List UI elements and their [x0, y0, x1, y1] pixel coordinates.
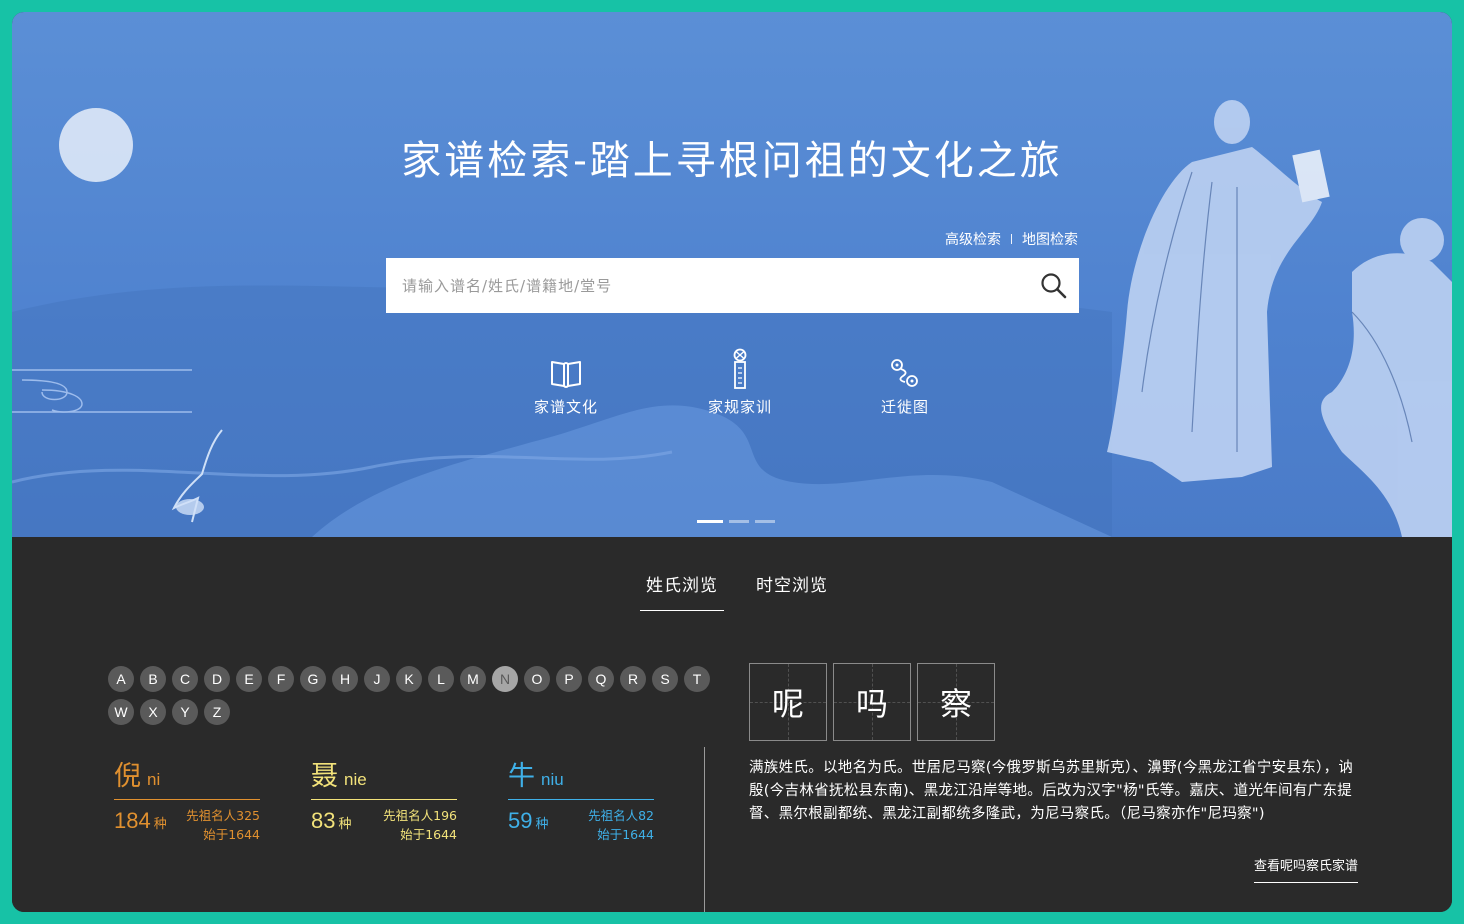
surname-character-grid: 呢 吗 察: [749, 663, 995, 741]
character-cell: 呢: [749, 663, 827, 741]
letter-b-button[interactable]: B: [140, 666, 166, 692]
quick-links: 家谱文化 家规家训 迁徙图: [12, 346, 1452, 426]
route-icon: [891, 359, 918, 387]
letter-y-button[interactable]: Y: [172, 699, 198, 725]
ancestor-count: 先祖名人196: [383, 808, 457, 823]
quick-link-migration-map[interactable]: 迁徙图: [850, 346, 960, 417]
letter-t-button[interactable]: T: [684, 666, 710, 692]
quick-link-family-rules[interactable]: 家规家训: [685, 346, 795, 417]
surname-pinyin: nie: [344, 770, 367, 789]
search-input[interactable]: [386, 258, 1029, 313]
letter-l-button[interactable]: L: [428, 666, 454, 692]
app-window: 家谱检索-踏上寻根问祖的文化之旅 高级检索 地图检索 请输入谱名/姓氏/谱籍地/…: [12, 12, 1452, 912]
surname-card-nie[interactable]: 聂 nie 83 种 先祖名人196 始于1644: [311, 761, 457, 850]
letter-h-button[interactable]: H: [332, 666, 358, 692]
letter-e-button[interactable]: E: [236, 666, 262, 692]
surname-header: 倪 ni: [114, 761, 260, 800]
letter-w-button[interactable]: W: [108, 699, 134, 725]
letter-r-button[interactable]: R: [620, 666, 646, 692]
character-cell: 吗: [833, 663, 911, 741]
search-button[interactable]: [1029, 258, 1079, 313]
search-mode-links: 高级检索 地图检索: [932, 228, 1078, 250]
browse-tabs: 姓氏浏览 时空浏览: [640, 567, 834, 611]
character-cell: 察: [917, 663, 995, 741]
genealogy-count: 83 种: [311, 808, 352, 833]
quick-link-genealogy-culture[interactable]: 家谱文化: [511, 346, 621, 417]
link-separator: [1011, 234, 1012, 244]
search-icon: [1041, 272, 1067, 298]
browse-section: 姓氏浏览 时空浏览 ABCDEFGHJKLMNOPQRST WXYZ 倪 ni 1…: [12, 537, 1452, 912]
letter-k-button[interactable]: K: [396, 666, 422, 692]
surname-description: 满族姓氏。以地名为氏。世居尼马察(今俄罗斯乌苏里斯克）、濞野(今黑龙江省宁安县东…: [749, 760, 1354, 822]
surname-card-ni[interactable]: 倪 ni 184 种 先祖名人325 始于1644: [114, 761, 260, 850]
ancestor-count: 先祖名人325: [186, 808, 260, 823]
map-search-link[interactable]: 地图检索: [1022, 229, 1078, 249]
surname-meta: 先祖名人325 始于1644: [186, 806, 260, 844]
tab-surname-browse[interactable]: 姓氏浏览: [640, 567, 724, 611]
hero-title: 家谱检索-踏上寻根问祖的文化之旅: [401, 138, 1063, 184]
carousel-dot[interactable]: [755, 520, 775, 523]
surname-pinyin: ni: [147, 770, 161, 789]
since-year: 始于1644: [203, 827, 260, 842]
letter-p-button[interactable]: P: [556, 666, 582, 692]
surname-char: 牛: [508, 761, 535, 792]
letter-s-button[interactable]: S: [652, 666, 678, 692]
genealogy-count: 184 种: [114, 808, 167, 833]
carousel-indicators: [697, 520, 775, 523]
since-year: 始于1644: [400, 827, 457, 842]
advanced-search-link[interactable]: 高级检索: [945, 229, 1001, 249]
letter-a-button[interactable]: A: [108, 666, 134, 692]
letter-c-button[interactable]: C: [172, 666, 198, 692]
carousel-dot[interactable]: [729, 520, 749, 523]
section-divider: [704, 747, 705, 912]
alphabet-filter: ABCDEFGHJKLMNOPQRST WXYZ: [108, 666, 718, 725]
letter-z-button[interactable]: Z: [204, 699, 230, 725]
letter-q-button[interactable]: Q: [588, 666, 614, 692]
letter-o-button[interactable]: O: [524, 666, 550, 692]
surname-pinyin: niu: [541, 770, 564, 789]
quick-link-label: 迁徙图: [880, 398, 929, 416]
carousel-dot[interactable]: [697, 520, 723, 523]
letter-x-button[interactable]: X: [140, 699, 166, 725]
surname-card-niu[interactable]: 牛 niu 59 种 先祖名人82 始于1644: [508, 761, 654, 850]
letter-g-button[interactable]: G: [300, 666, 326, 692]
view-genealogy-link[interactable]: 查看呢吗察氏家谱: [1254, 855, 1359, 883]
surname-char: 倪: [114, 761, 141, 792]
quick-link-label: 家谱文化: [533, 398, 598, 416]
surname-char: 聂: [311, 761, 338, 792]
quick-link-label: 家规家训: [707, 398, 772, 416]
letter-n-button[interactable]: N: [492, 666, 518, 692]
tab-spacetime-browse[interactable]: 时空浏览: [750, 567, 834, 611]
search-bar: [386, 258, 1079, 313]
letter-f-button[interactable]: F: [268, 666, 294, 692]
letter-j-button[interactable]: J: [364, 666, 390, 692]
letter-d-button[interactable]: D: [204, 666, 230, 692]
surname-header: 聂 nie: [311, 761, 457, 800]
hero-banner: 家谱检索-踏上寻根问祖的文化之旅 高级检索 地图检索 请输入谱名/姓氏/谱籍地/…: [12, 12, 1452, 537]
surname-meta: 先祖名人196 始于1644: [383, 806, 457, 844]
surname-list: 倪 ni 184 种 先祖名人325 始于1644 聂 nie 83 种 先祖名…: [114, 761, 674, 861]
letter-m-button[interactable]: M: [460, 666, 486, 692]
scroll-icon: [733, 348, 747, 389]
ancestor-count: 先祖名人82: [588, 808, 654, 823]
surname-header: 牛 niu: [508, 761, 654, 800]
book-icon: [551, 361, 581, 388]
genealogy-count: 59 种: [508, 808, 549, 833]
since-year: 始于1644: [597, 827, 654, 842]
surname-meta: 先祖名人82 始于1644: [588, 806, 654, 844]
